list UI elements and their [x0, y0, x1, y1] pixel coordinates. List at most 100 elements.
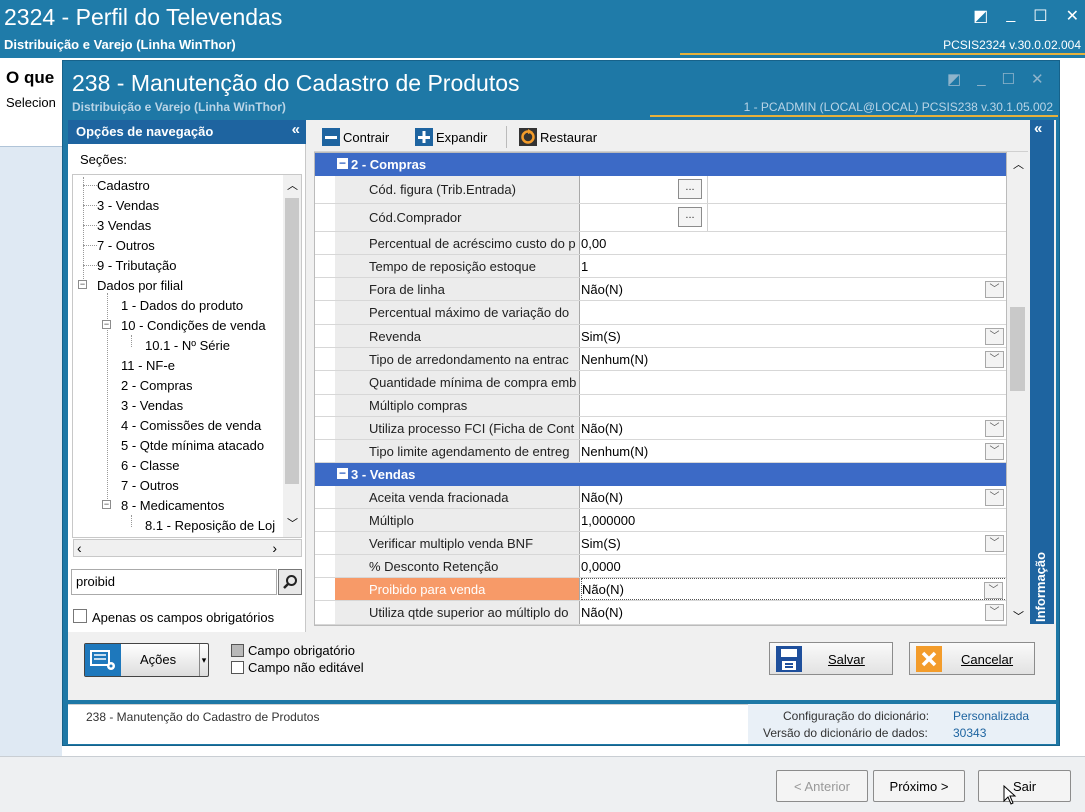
- chevron-right-icon[interactable]: ›: [272, 540, 277, 556]
- info-panel-bar[interactable]: «: [1030, 120, 1054, 624]
- property-value[interactable]: [581, 301, 1006, 324]
- property-row[interactable]: Percentual de acréscimo custo do p 0,00: [315, 232, 1006, 255]
- exit-button[interactable]: Sair: [978, 770, 1071, 802]
- tree-item[interactable]: 1 - Dados do produto: [121, 298, 243, 313]
- minimize-icon[interactable]: _: [1006, 6, 1015, 26]
- property-row[interactable]: Fora de linha Não(N) ﹀: [315, 278, 1006, 301]
- chevron-down-icon[interactable]: ﹀: [985, 489, 1004, 506]
- property-row[interactable]: Utiliza qtde superior ao múltiplo do Não(…: [315, 601, 1006, 625]
- property-value[interactable]: ...: [581, 204, 1006, 231]
- chevron-down-icon[interactable]: ﹀: [287, 515, 298, 531]
- tree-item[interactable]: 3 Vendas: [97, 218, 151, 233]
- tree-item[interactable]: 11 - NF-e: [121, 358, 175, 373]
- property-row[interactable]: Múltiplo 1,000000: [315, 509, 1006, 532]
- chevron-left-icon[interactable]: ‹: [77, 540, 82, 556]
- property-row[interactable]: Verificar multiplo venda BNF Sim(S) ﹀: [315, 532, 1006, 555]
- property-value[interactable]: 1,000000: [581, 509, 1006, 531]
- property-value[interactable]: 1: [581, 255, 1006, 277]
- chevron-down-icon[interactable]: ﹀: [985, 328, 1004, 345]
- tree-item[interactable]: 8.1 - Reposição de Loj: [145, 518, 275, 533]
- chevron-down-icon[interactable]: ﹀: [1013, 608, 1024, 624]
- cancel-button[interactable]: Cancelar: [909, 642, 1035, 675]
- restore-layout-icon[interactable]: ◩: [973, 6, 988, 26]
- property-row[interactable]: Cód. figura (Trib.Entrada)...: [315, 176, 1006, 204]
- property-row[interactable]: Tempo de reposição estoque 1: [315, 255, 1006, 278]
- property-value[interactable]: Não(N) ﹀: [581, 578, 1006, 600]
- actions-dropdown-icon[interactable]: ▾: [199, 644, 208, 676]
- property-row[interactable]: Revenda Sim(S) ﹀: [315, 325, 1006, 348]
- contract-button[interactable]: Contrair: [322, 128, 389, 146]
- tree-item[interactable]: 10.1 - Nº Série: [145, 338, 230, 353]
- tree-item[interactable]: 5 - Qtde mínima atacado: [121, 438, 264, 453]
- tree-item[interactable]: 10 - Condições de venda: [121, 318, 266, 333]
- restore-button[interactable]: Restaurar: [519, 128, 597, 146]
- tree-item[interactable]: 4 - Comissões de venda: [121, 418, 261, 433]
- ellipsis-button[interactable]: ...: [678, 179, 702, 199]
- tree-item[interactable]: 3 - Vendas: [97, 198, 159, 213]
- expand-panel-icon[interactable]: «: [1034, 120, 1042, 137]
- previous-button[interactable]: < Anterior: [776, 770, 868, 802]
- chevron-down-icon[interactable]: ﹀: [985, 604, 1004, 621]
- collapse-section-icon[interactable]: −: [337, 467, 348, 479]
- collapse-section-icon[interactable]: −: [337, 157, 348, 169]
- property-value[interactable]: Não(N) ﹀: [581, 417, 1006, 439]
- property-row[interactable]: Quantidade mínima de compra emb: [315, 371, 1006, 395]
- property-value[interactable]: [581, 395, 1006, 416]
- save-button[interactable]: Salvar: [769, 642, 893, 675]
- tree-item[interactable]: 6 - Classe: [121, 458, 180, 473]
- property-value[interactable]: Nenhum(N) ﹀: [581, 348, 1006, 370]
- chevron-down-icon[interactable]: ﹀: [985, 443, 1004, 460]
- chevron-down-icon[interactable]: ﹀: [985, 420, 1004, 437]
- tree-item[interactable]: 2 - Compras: [121, 378, 193, 393]
- collapse-icon[interactable]: «: [292, 121, 300, 138]
- property-value[interactable]: Não(N) ﹀: [581, 278, 1006, 300]
- only-required-checkbox[interactable]: [73, 609, 87, 623]
- section-search-input[interactable]: proibid: [71, 569, 277, 595]
- property-value[interactable]: 0,0000: [581, 555, 1006, 577]
- property-row[interactable]: Tipo limite agendamento de entreg Nenhum(…: [315, 440, 1006, 463]
- search-button[interactable]: [278, 569, 302, 595]
- property-value[interactable]: Sim(S) ﹀: [581, 532, 1006, 554]
- property-value[interactable]: [581, 371, 1006, 394]
- chevron-down-icon[interactable]: ﹀: [985, 535, 1004, 552]
- chevron-down-icon[interactable]: ﹀: [984, 582, 1003, 599]
- next-button[interactable]: Próximo >: [873, 770, 965, 802]
- expand-button[interactable]: Expandir: [415, 128, 487, 146]
- tree-item[interactable]: 3 - Vendas: [121, 398, 183, 413]
- ellipsis-button[interactable]: ...: [678, 207, 702, 227]
- property-row-highlighted[interactable]: Proibido para venda Não(N) ﹀: [315, 578, 1006, 601]
- property-row[interactable]: Múltiplo compras: [315, 395, 1006, 417]
- tree-item[interactable]: 7 - Outros: [97, 238, 155, 253]
- property-value[interactable]: Não(N) ﹀: [581, 601, 1006, 624]
- collapse-node-icon[interactable]: −: [102, 320, 111, 329]
- tree-horizontal-scrollbar[interactable]: ‹ ›: [73, 539, 302, 557]
- section-header-vendas[interactable]: − 3 - Vendas: [315, 463, 1006, 486]
- collapse-node-icon[interactable]: −: [78, 280, 87, 289]
- property-row[interactable]: % Desconto Retenção 0,0000: [315, 555, 1006, 578]
- grid-scroll-thumb[interactable]: [1010, 307, 1025, 391]
- close-icon[interactable]: ✕: [1066, 6, 1079, 26]
- tree-item[interactable]: Dados por filial: [97, 278, 183, 293]
- close-icon[interactable]: ✕: [1031, 70, 1044, 88]
- tree-item[interactable]: 7 - Outros: [121, 478, 179, 493]
- section-header-compras[interactable]: − 2 - Compras: [315, 153, 1006, 176]
- property-value[interactable]: Nenhum(N) ﹀: [581, 440, 1006, 462]
- property-value[interactable]: Sim(S) ﹀: [581, 325, 1006, 347]
- chevron-up-icon[interactable]: ︿: [1013, 156, 1024, 172]
- property-row[interactable]: Cód.Comprador...: [315, 204, 1006, 232]
- property-row[interactable]: Aceita venda fracionada Não(N) ﹀: [315, 486, 1006, 509]
- maximize-icon[interactable]: ☐: [1002, 70, 1015, 88]
- tree-scroll-thumb[interactable]: [285, 198, 299, 484]
- minimize-icon[interactable]: _: [977, 70, 985, 88]
- property-row[interactable]: Percentual máximo de variação do: [315, 301, 1006, 325]
- property-row[interactable]: Tipo de arredondamento na entrac Nenhum(N…: [315, 348, 1006, 371]
- property-value[interactable]: Não(N) ﹀: [581, 486, 1006, 508]
- tree-item[interactable]: 9 - Tributação: [97, 258, 177, 273]
- maximize-icon[interactable]: ☐: [1033, 6, 1047, 26]
- chevron-down-icon[interactable]: ﹀: [985, 281, 1004, 298]
- tree-item[interactable]: Cadastro: [97, 178, 150, 193]
- chevron-up-icon[interactable]: ︿: [287, 177, 298, 193]
- sections-tree[interactable]: − − − Cadastro 3 - Vendas 3 Vendas 7 - O…: [72, 174, 302, 538]
- tree-item[interactable]: 8 - Medicamentos: [121, 498, 224, 513]
- property-value[interactable]: 0,00: [581, 232, 1006, 254]
